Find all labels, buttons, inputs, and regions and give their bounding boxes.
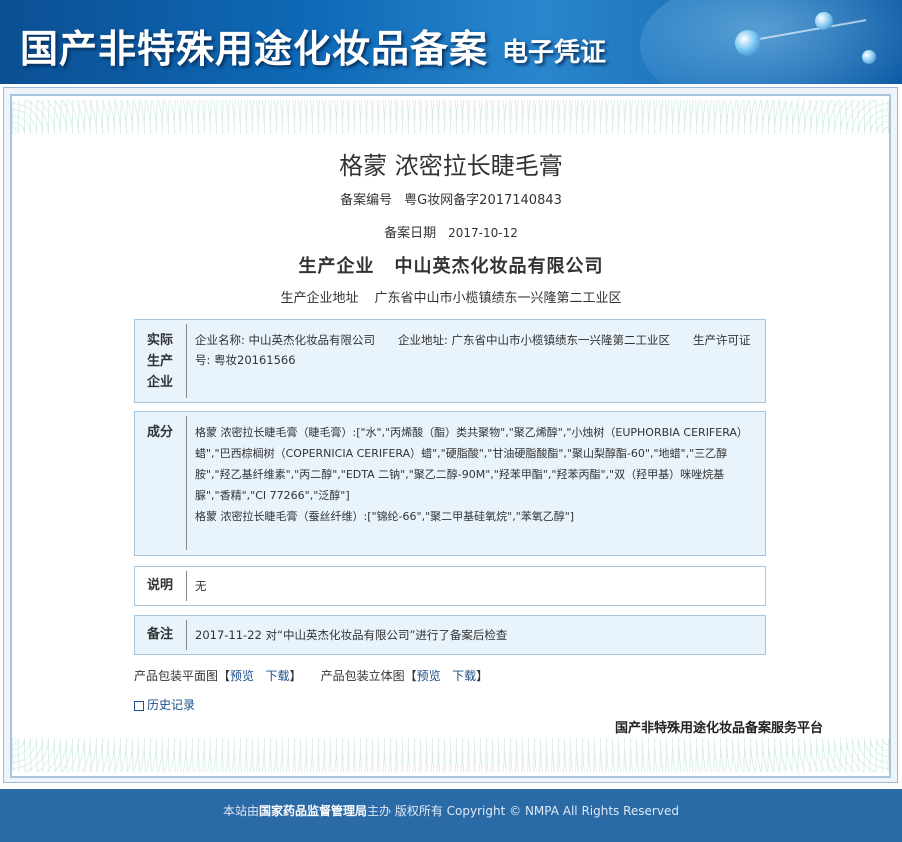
remark-section: 备注 2017-11-22 对“中山英杰化妆品有限公司”进行了备案后检查 [134,615,766,655]
globe-graphic [640,0,902,84]
manufacturer-label: 生产企业 [298,256,375,277]
package-image-links: 产品包装平面图【预览 下载】 产品包装立体图【预览 下载】 [134,667,488,684]
flat-package-label: 产品包装平面图 [134,669,219,683]
external-link-icon [134,700,144,711]
section-label-ingredients: 成分 [146,425,173,440]
registration-number-label: 备案编号 [340,193,393,208]
ingredients-text: 格蒙 浓密拉长睫毛膏（睫毛膏）:["水","丙烯酸（酯）类共聚物","聚乙烯醇"… [195,422,753,527]
section-label-remark: 备注 [146,627,173,642]
label-line: 实际 [146,333,173,348]
ingredients-line: 格蒙 浓密拉长睫毛膏（蚕丝纤维）:["锦纶-66","聚二甲基硅氧烷","苯氧乙… [195,510,575,523]
banner-title: 国产非特殊用途化妆品备案 [20,26,489,71]
header-banner: 国产非特殊用途化妆品备案 电子凭证 [0,0,902,84]
section-label-description: 说明 [146,578,173,593]
remark-text: 2017-11-22 对“中山英杰化妆品有限公司”进行了备案后检查 [195,628,508,642]
manufacturer-value: 中山英杰化妆品有限公司 [394,256,604,277]
section-label-actual: 实际 生产 企业 [135,330,185,393]
label-line: 生产 [146,354,173,369]
description-section: 说明 无 [134,566,766,606]
label-line: 企业 [146,375,173,390]
platform-name: 国产非特殊用途化妆品备案服务平台 [615,721,824,736]
registration-number-value: 粤G妆网备字2017140843 [404,193,562,208]
section-divider [186,620,187,650]
description-text: 无 [195,579,207,593]
bracket: 】 [289,669,302,683]
manufacturer-row: 生产企业 中山英杰化妆品有限公司 [0,252,902,278]
manufacturer-address-label: 生产企业地址 [280,291,359,306]
registration-number-row: 备案编号 粤G妆网备字2017140843 [0,189,902,208]
registration-date-row: 备案日期 2017-10-12 [0,222,902,241]
bracket: 【 [404,669,417,683]
ingredients-section: 成分 格蒙 浓密拉长睫毛膏（睫毛膏）:["水","丙烯酸（酯）类共聚物","聚乙… [134,411,766,556]
registration-date-label: 备案日期 [384,226,437,241]
guilloche-border-top [12,100,889,134]
actual-manufacturer-text: 企业名称: 中山英杰化妆品有限公司 企业地址: 广东省中山市小榄镇绩东一兴隆第二… [195,333,751,367]
guilloche-border-bottom [12,738,889,772]
footer-copyright: 主办 版权所有 Copyright © NMPA All Rights Rese… [367,804,679,818]
manufacturer-address-row: 生产企业地址 广东省中山市小榄镇绩东一兴隆第二工业区 [0,287,902,306]
solid-package-label: 产品包装立体图 [320,669,405,683]
history-link[interactable]: 历史记录 [134,696,195,713]
molecule-sphere [862,50,876,64]
section-divider [186,571,187,601]
banner-subtitle: 电子凭证 [502,38,607,68]
history-label: 历史记录 [147,698,196,712]
manufacturer-address-value: 广东省中山市小榄镇绩东一兴隆第二工业区 [374,291,622,306]
solid-download-link[interactable]: 下载 [452,669,476,683]
product-name: 格蒙 浓密拉长睫毛膏 [339,152,563,180]
flat-preview-link[interactable]: 预览 [230,669,254,683]
molecule-sphere [815,12,833,30]
section-divider [186,416,187,550]
footer: 本站由国家药品监督管理局主办 版权所有 Copyright © NMPA All… [0,789,902,842]
registration-date-value: 2017-10-12 [448,226,518,240]
footer-pre: 本站由 [223,804,260,818]
ingredients-line: 格蒙 浓密拉长睫毛膏（睫毛膏）:["水","丙烯酸（酯）类共聚物","聚乙烯醇"… [195,426,748,502]
footer-org: 国家药品监督管理局 [259,804,368,818]
actual-manufacturer-section: 实际 生产 企业 企业名称: 中山英杰化妆品有限公司 企业地址: 广东省中山市小… [134,319,766,403]
bracket: 】 [476,669,489,683]
molecule-sphere [735,30,761,56]
solid-preview-link[interactable]: 预览 [417,669,441,683]
section-divider [186,324,187,398]
flat-download-link[interactable]: 下载 [266,669,290,683]
bracket: 【 [218,669,231,683]
